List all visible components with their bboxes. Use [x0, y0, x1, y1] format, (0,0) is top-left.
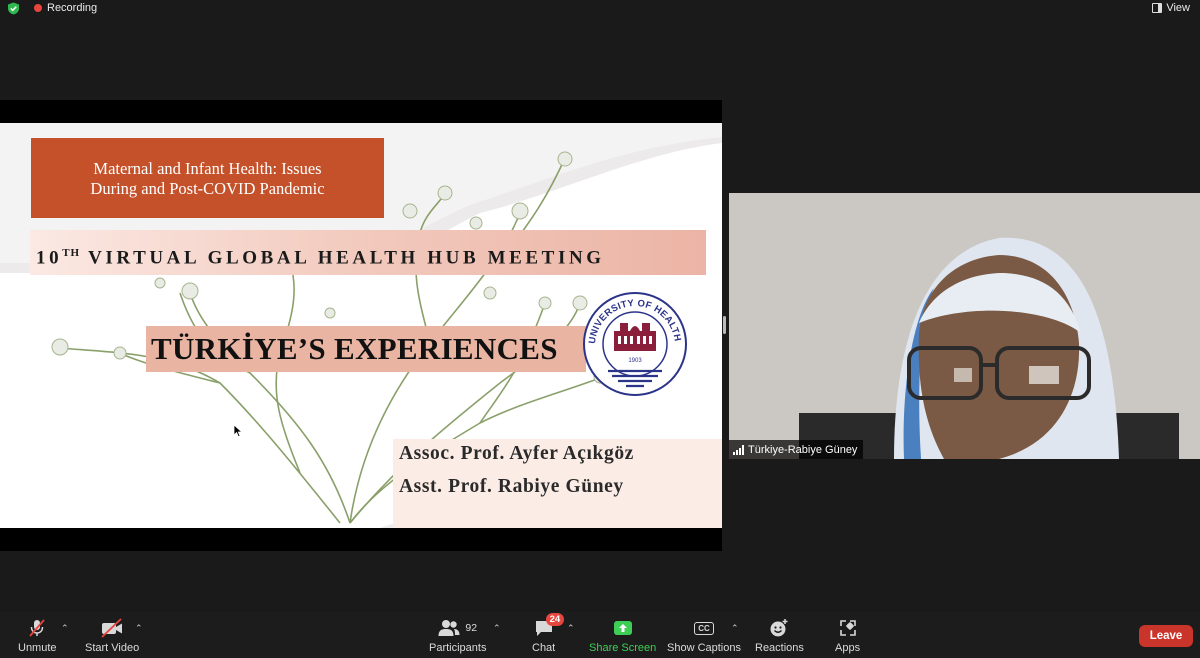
view-button[interactable]: View: [1152, 2, 1190, 14]
connection-signal-icon: [733, 444, 744, 455]
participants-icon: [438, 620, 460, 636]
participant-name-tag: Türkiye-Rabiye Güney: [729, 440, 864, 459]
chat-unread-badge: 24: [545, 613, 565, 626]
participants-label: Participants: [429, 642, 487, 654]
captions-options-caret-icon[interactable]: ⌃: [731, 623, 739, 633]
chat-label: Chat: [532, 642, 556, 654]
apps-button[interactable]: Apps: [835, 618, 860, 654]
shared-screen: Maternal and Infant Health: Issues Durin…: [0, 100, 722, 551]
share-screen-icon: [613, 621, 632, 635]
university-logo: UNIVERSITY OF HEALTH SCIENCES 1903: [582, 291, 687, 396]
start-video-label: Start Video: [85, 642, 140, 654]
experiences-heading: TÜRKİYE’S EXPERIENCES: [151, 331, 558, 366]
participants-count: 92: [465, 622, 478, 634]
video-options-caret-icon[interactable]: ⌃: [135, 623, 143, 633]
view-label: View: [1166, 2, 1190, 14]
reactions-button[interactable]: Reactions: [755, 618, 804, 654]
view-layout-icon: [1152, 3, 1163, 13]
video-off-icon: [101, 618, 123, 638]
unmute-label: Unmute: [18, 642, 57, 654]
meeting-ordinal: TH: [62, 247, 81, 259]
reactions-smiley-icon: [770, 619, 788, 637]
recording-label: Recording: [47, 2, 98, 14]
apps-label: Apps: [835, 642, 861, 654]
author-1: Assoc. Prof. Ayfer Açıkgöz: [399, 443, 634, 464]
show-captions-label: Show Captions: [667, 642, 741, 654]
slide-title-line1: Maternal and Infant Health: Issues: [93, 159, 322, 178]
split-view-handle[interactable]: [723, 316, 726, 334]
recording-dot-icon: [34, 4, 42, 12]
meeting-title: 10TH VIRTUAL GLOBAL HEALTH HUB MEETING: [36, 247, 605, 269]
chat-button[interactable]: 24 Chat: [532, 613, 565, 654]
microphone-muted-icon: [29, 619, 45, 637]
security-shield-icon[interactable]: [7, 2, 20, 15]
closed-captions-icon: CC: [694, 621, 714, 635]
slide-title-line2: During and Post-COVID Pandemic: [90, 179, 325, 198]
slide-title-box: Maternal and Infant Health: Issues Durin…: [31, 138, 384, 218]
chat-options-caret-icon[interactable]: ⌃: [567, 623, 575, 633]
unmute-button[interactable]: Unmute: [18, 618, 57, 654]
logo-year: 1903: [628, 358, 642, 364]
recording-indicator[interactable]: Recording: [34, 2, 97, 14]
meeting-toolbar: Unmute ⌃ Start Video ⌃ 92 Participants ⌃: [0, 612, 1200, 658]
reactions-label: Reactions: [755, 642, 804, 654]
show-captions-button[interactable]: CC Show Captions: [667, 618, 741, 654]
share-screen-label: Share Screen: [589, 642, 657, 654]
participants-button[interactable]: 92 Participants: [429, 618, 486, 654]
audio-options-caret-icon[interactable]: ⌃: [61, 623, 69, 633]
meeting-number: 10: [36, 247, 63, 269]
presentation-slide: Maternal and Infant Health: Issues Durin…: [0, 123, 722, 528]
meeting-name: VIRTUAL GLOBAL HEALTH HUB MEETING: [80, 247, 605, 269]
leave-button[interactable]: Leave: [1139, 625, 1193, 647]
share-screen-button[interactable]: Share Screen: [589, 618, 656, 654]
start-video-button[interactable]: Start Video: [85, 618, 139, 654]
top-bar: Recording View: [0, 0, 1200, 18]
participant-video-image: [729, 193, 1200, 459]
participant-video-tile[interactable]: [729, 193, 1200, 459]
author-2: Asst. Prof. Rabiye Güney: [399, 476, 624, 497]
participant-name: Türkiye-Rabiye Güney: [748, 443, 858, 456]
mouse-cursor-icon: [233, 424, 243, 438]
apps-icon: [839, 620, 856, 636]
participants-options-caret-icon[interactable]: ⌃: [493, 623, 501, 633]
